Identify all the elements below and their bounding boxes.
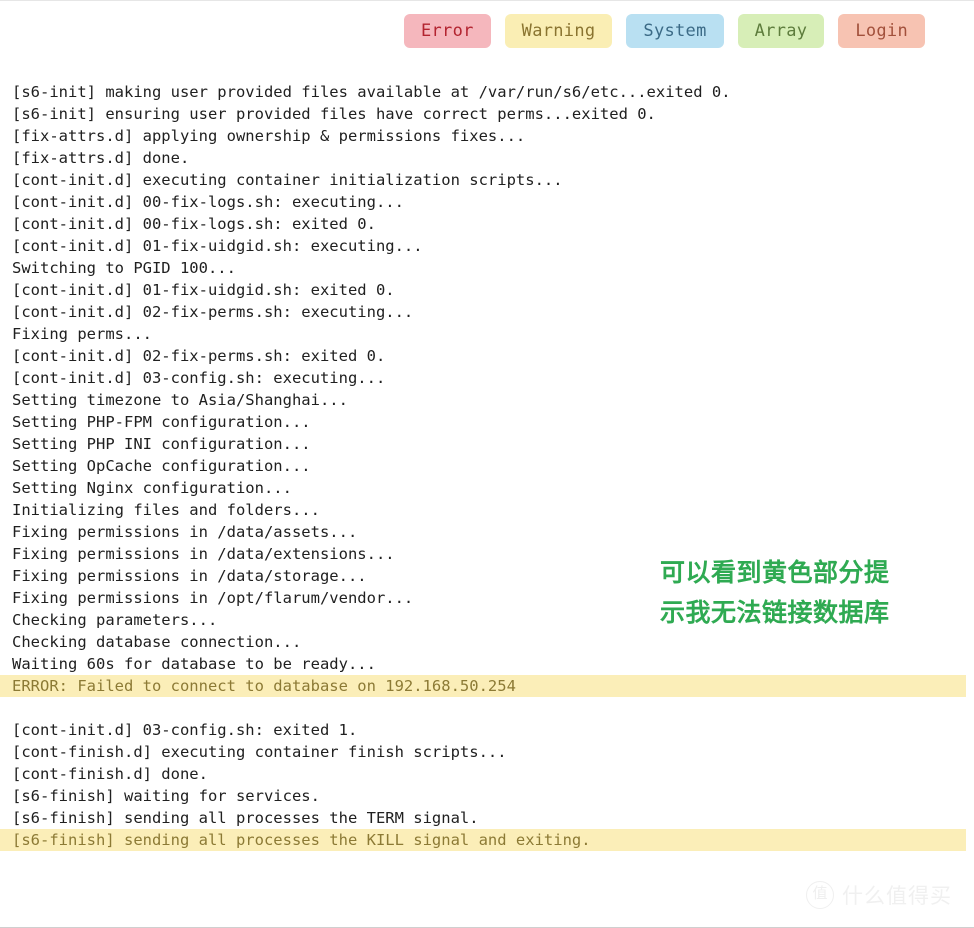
log-line-highlighted: [s6-finish] sending all processes the KI… bbox=[0, 829, 966, 851]
log-console[interactable]: [s6-init] making user provided files ava… bbox=[0, 81, 974, 871]
log-line: Setting OpCache configuration... bbox=[12, 457, 311, 475]
log-line: Fixing permissions in /data/assets... bbox=[12, 523, 358, 541]
log-line: [cont-init.d] 02-fix-perms.sh: executing… bbox=[12, 303, 414, 321]
log-line: Setting PHP-FPM configuration... bbox=[12, 413, 311, 431]
filter-button-warning[interactable]: Warning bbox=[504, 14, 613, 48]
log-line: [s6-init] ensuring user provided files h… bbox=[12, 105, 656, 123]
log-line: [cont-finish.d] executing container fini… bbox=[12, 743, 507, 761]
log-line: Switching to PGID 100... bbox=[12, 259, 236, 277]
log-line: [fix-attrs.d] applying ownership & permi… bbox=[12, 127, 526, 145]
filter-button-login[interactable]: Login bbox=[838, 14, 925, 48]
log-line: [cont-init.d] 03-config.sh: exited 1. bbox=[12, 721, 358, 739]
filter-button-array[interactable]: Array bbox=[737, 14, 825, 48]
log-line: [cont-init.d] executing container initia… bbox=[12, 171, 563, 189]
log-line: [s6-init] making user provided files ava… bbox=[12, 83, 731, 101]
log-line-highlighted: ERROR: Failed to connect to database on … bbox=[0, 675, 966, 697]
log-line: Initializing files and folders... bbox=[12, 501, 320, 519]
log-line: [cont-init.d] 00-fix-logs.sh: executing.… bbox=[12, 193, 404, 211]
log-filter-bar: Error Warning System Array Login bbox=[0, 13, 974, 49]
log-viewer-page: Error Warning System Array Login [s6-init] m… bbox=[0, 0, 974, 928]
log-line: [cont-init.d] 02-fix-perms.sh: exited 0. bbox=[12, 347, 386, 365]
watermark: 值 什么值得买 bbox=[806, 880, 952, 910]
log-line: Fixing perms... bbox=[12, 325, 152, 343]
log-line: [cont-init.d] 03-config.sh: executing... bbox=[12, 369, 386, 387]
watermark-text: 什么值得买 bbox=[842, 884, 952, 908]
filter-button-system[interactable]: System bbox=[626, 14, 724, 48]
log-line: [cont-finish.d] done. bbox=[12, 765, 208, 783]
watermark-badge-icon: 值 bbox=[806, 881, 834, 909]
log-line: Setting Nginx configuration... bbox=[12, 479, 292, 497]
log-line: [s6-finish] sending all processes the TE… bbox=[12, 809, 479, 827]
log-line: Fixing permissions in /data/extensions..… bbox=[12, 545, 395, 563]
log-line: Fixing permissions in /data/storage... bbox=[12, 567, 367, 585]
log-line: [fix-attrs.d] done. bbox=[12, 149, 190, 167]
log-line: [s6-finish] waiting for services. bbox=[12, 787, 320, 805]
log-line: Setting PHP INI configuration... bbox=[12, 435, 311, 453]
log-line: Checking database connection... bbox=[12, 633, 302, 651]
log-line: [cont-init.d] 01-fix-uidgid.sh: executin… bbox=[12, 237, 423, 255]
log-line: [cont-init.d] 01-fix-uidgid.sh: exited 0… bbox=[12, 281, 395, 299]
log-line: Setting timezone to Asia/Shanghai... bbox=[12, 391, 348, 409]
filter-button-error[interactable]: Error bbox=[403, 14, 491, 48]
log-line: [cont-init.d] 00-fix-logs.sh: exited 0. bbox=[12, 215, 376, 233]
log-line: Checking parameters... bbox=[12, 611, 218, 629]
log-line: Waiting 60s for database to be ready... bbox=[12, 655, 376, 673]
log-line: Fixing permissions in /opt/flarum/vendor… bbox=[12, 589, 414, 607]
